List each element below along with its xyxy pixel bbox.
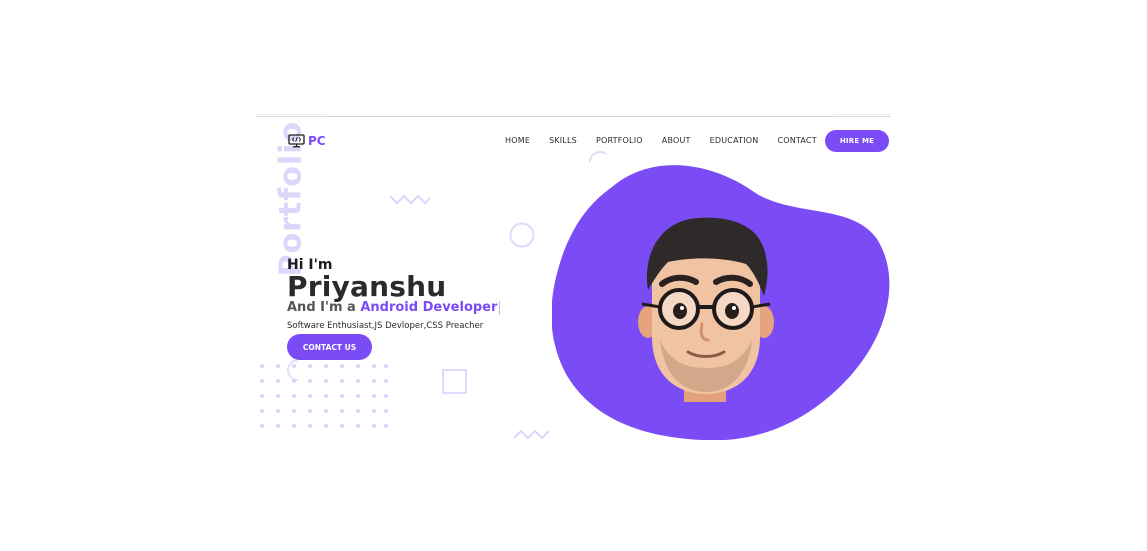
role-prefix: And I'm a — [287, 300, 356, 315]
avatar — [638, 217, 774, 402]
zigzag-decoration-top — [389, 194, 431, 205]
nav-portfolio[interactable]: PORTFOLIO — [596, 135, 643, 147]
dot-grid-decoration — [260, 364, 388, 428]
ring-decoration — [509, 222, 535, 248]
hero-role: And I'm a Android Developer — [287, 300, 501, 315]
contact-us-button[interactable]: CONTACT US — [287, 334, 372, 360]
hire-me-button[interactable]: HIRE ME — [825, 130, 889, 152]
portfolio-side-label: Portfolio — [273, 120, 309, 277]
typing-cursor — [499, 300, 501, 315]
hero-name: Priyanshu — [287, 270, 447, 303]
top-divider — [256, 116, 891, 117]
top-divider-left — [256, 114, 326, 115]
monitor-code-icon — [288, 134, 305, 148]
site-logo[interactable]: PC — [288, 134, 326, 148]
logo-text: PC — [308, 134, 326, 148]
zigzag-decoration-bottom — [513, 429, 550, 440]
top-divider-right — [834, 114, 891, 115]
nav-contact[interactable]: CONTACT — [777, 135, 816, 147]
main-nav: HOME SKILLS PORTFOLIO ABOUT EDUCATION CO… — [505, 135, 836, 147]
nav-home[interactable]: HOME — [505, 135, 530, 147]
nav-education[interactable]: EDUCATION — [710, 135, 759, 147]
hero-tagline: Software Enthusiast,JS Devloper,CSS Prea… — [287, 321, 484, 331]
hero-section: Portfolio PC HOME SKILLS PORTFOLIO ABOUT… — [256, 114, 891, 440]
square-decoration — [442, 369, 467, 394]
nav-about[interactable]: ABOUT — [662, 135, 691, 147]
nav-skills[interactable]: SKILLS — [549, 135, 577, 147]
role-highlight: Android Developer — [360, 300, 498, 315]
